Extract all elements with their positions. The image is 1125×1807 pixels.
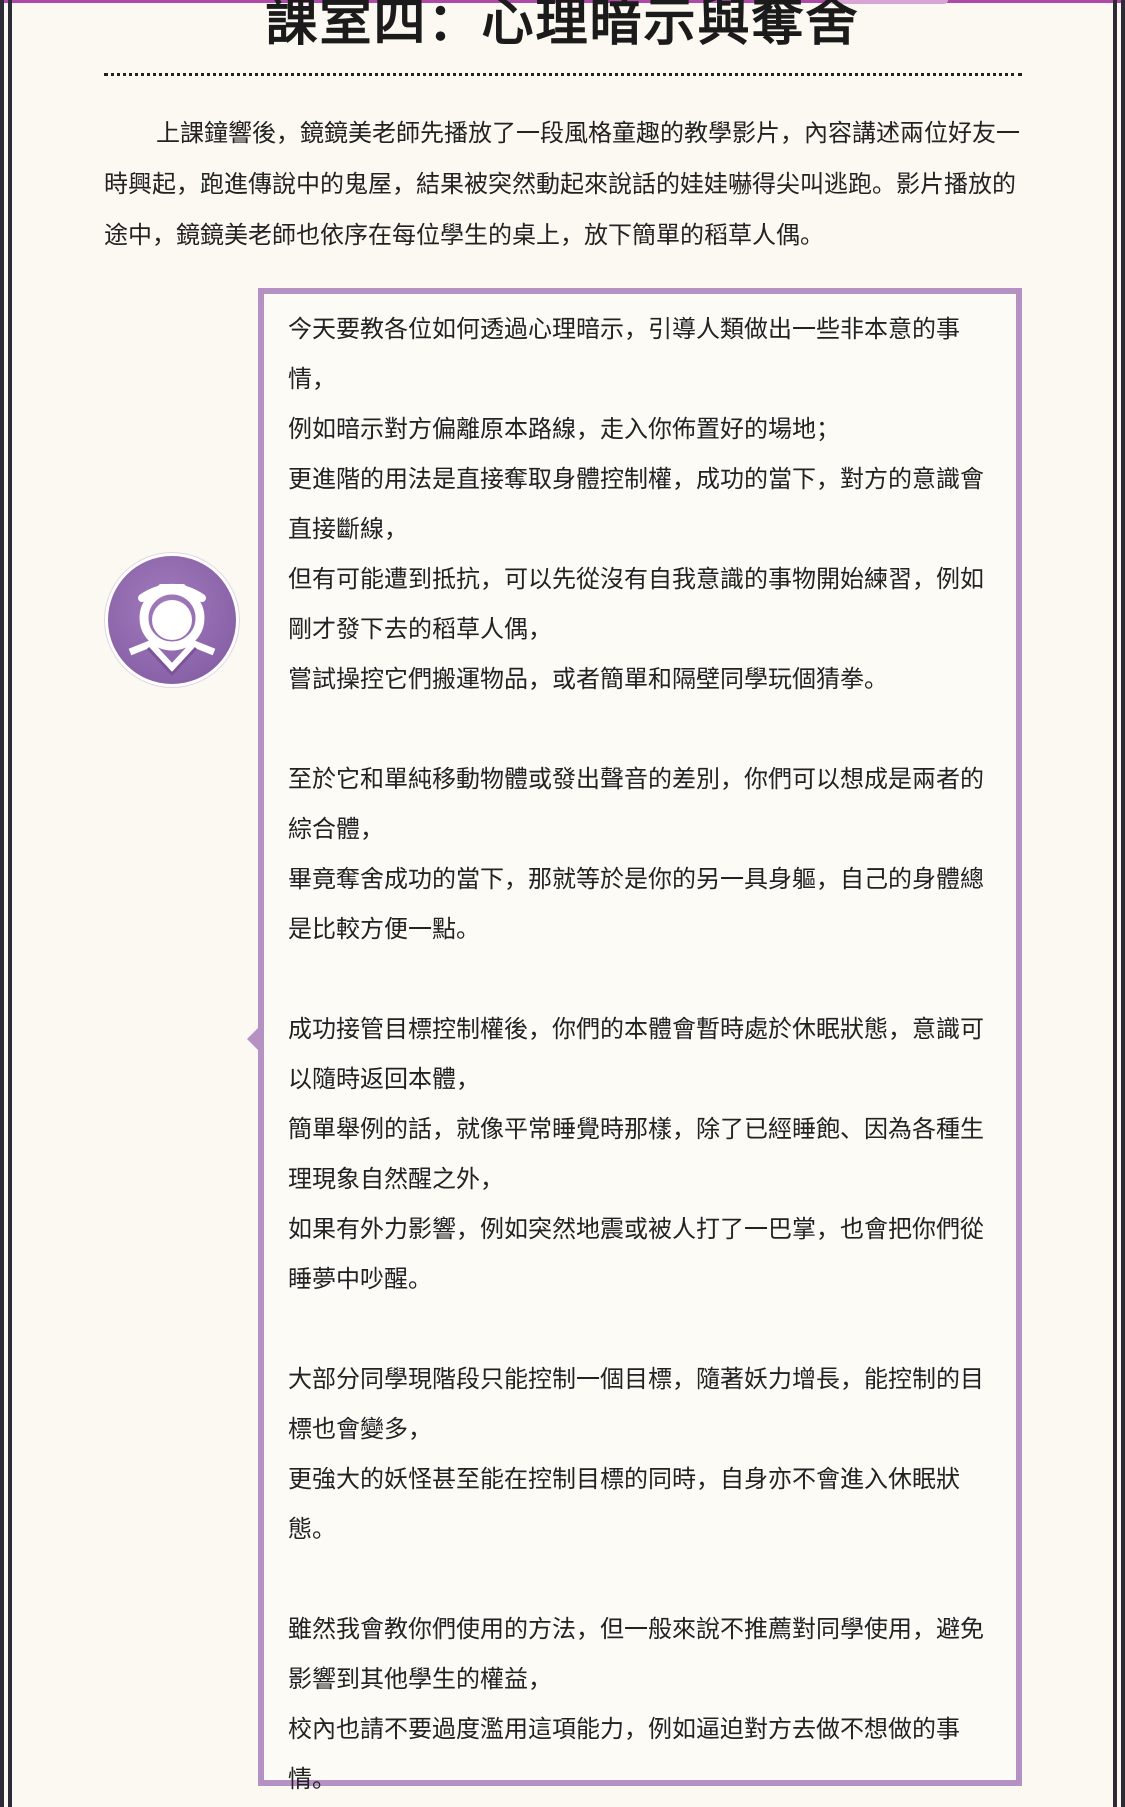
speech-paragraph: 雖然我會教你們使用的方法，但一般來說不推薦對同學使用，避免影響到其他學生的權益，… bbox=[288, 1604, 1000, 1804]
left-border-stripe bbox=[0, 0, 4, 1807]
speech-line: 嘗試操控它們搬運物品，或者簡單和隔壁同學玩個猜拳。 bbox=[288, 665, 888, 693]
masked-figure-icon bbox=[128, 584, 216, 677]
speech-paragraph: 今天要教各位如何透過心理暗示，引導人類做出一些非本意的事情， 例如暗示對方偏離原本… bbox=[288, 304, 1000, 704]
speech-paragraph: 成功接管目標控制權後，你們的本體會暫時處於休眠狀態，意識可以隨時返回本體， 簡單舉… bbox=[288, 1004, 1000, 1304]
intro-paragraph: 上課鐘響後，鏡鏡美老師先播放了一段風格童趣的教學影片，內容講述兩位好友一時興起，… bbox=[104, 119, 1020, 249]
speech-paragraph: 大部分同學現階段只能控制一個目標，隨著妖力增長，能控制的目標也會變多， 更強大的妖… bbox=[288, 1354, 1000, 1554]
left-border-stripe bbox=[8, 0, 12, 1807]
page-title: 課室四：心理暗示與奪舍 bbox=[265, 0, 860, 53]
speech-bubble: 今天要教各位如何透過心理暗示，引導人類做出一些非本意的事情， 例如暗示對方偏離原本… bbox=[258, 288, 1022, 1793]
speech-line: 更強大的妖怪甚至能在控制目標的同時，自身亦不會進入休眠狀態。 bbox=[288, 1465, 960, 1543]
speech-line: 雖然我會教你們使用的方法，但一般來說不推薦對同學使用，避免影響到其他學生的權益， bbox=[288, 1615, 984, 1693]
title-divider bbox=[104, 73, 1022, 76]
speech-line: 更進階的用法是直接奪取身體控制權，成功的當下，對方的意識會直接斷線， bbox=[288, 465, 984, 543]
speech-paragraph: 至於它和單純移動物體或發出聲音的差別，你們可以想成是兩者的綜合體， 畢竟奪舍成功的… bbox=[288, 754, 1000, 954]
speaker-avatar bbox=[108, 556, 236, 684]
speech-line: 如果有外力影響，例如突然地震或被人打了一巴掌，也會把你們從睡夢中吵醒。 bbox=[288, 1215, 984, 1293]
speech-line: 大部分同學現階段只能控制一個目標，隨著妖力增長，能控制的目標也會變多， bbox=[288, 1365, 984, 1443]
speech-line: 至於它和單純移動物體或發出聲音的差別，你們可以想成是兩者的綜合體， bbox=[288, 765, 984, 843]
speech-line: 校內也請不要過度濫用這項能力，例如逼迫對方去做不想做的事情。 bbox=[288, 1715, 960, 1793]
speech-line: 畢竟奪舍成功的當下，那就等於是你的另一具身軀，自己的身體總是比較方便一點。 bbox=[288, 865, 984, 943]
speech-line: 今天要教各位如何透過心理暗示，引導人類做出一些非本意的事情， bbox=[288, 315, 960, 393]
speech-line: 成功接管目標控制權後，你們的本體會暫時處於休眠狀態，意識可以隨時返回本體， bbox=[288, 1015, 984, 1093]
right-border-stripe bbox=[1121, 0, 1125, 1807]
speech-line: 但有可能遭到抵抗，可以先從沒有自我意識的事物開始練習，例如剛才發下去的稻草人偶， bbox=[288, 565, 984, 643]
speech-content: 今天要教各位如何透過心理暗示，引導人類做出一些非本意的事情， 例如暗示對方偏離原本… bbox=[288, 304, 1000, 1804]
right-border-stripe bbox=[1113, 0, 1117, 1807]
speech-line: 例如暗示對方偏離原本路線，走入你佈置好的場地； bbox=[288, 415, 840, 443]
speech-line: 簡單舉例的話，就像平常睡覺時那樣，除了已經睡飽、因為各種生理現象自然醒之外， bbox=[288, 1115, 984, 1193]
